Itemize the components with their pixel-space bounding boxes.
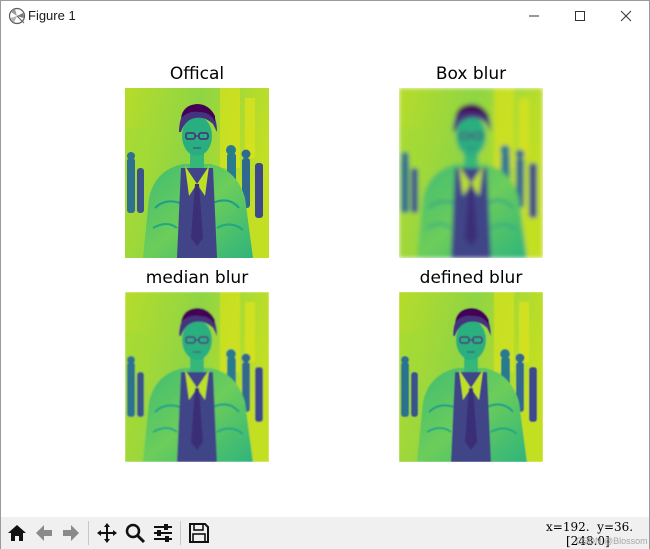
pan-button[interactable] — [94, 520, 120, 546]
forward-button[interactable] — [58, 520, 84, 546]
subplot-title-defined-blur: defined blur — [419, 268, 523, 288]
close-button[interactable] — [603, 1, 649, 31]
subplot-image-defined-blur — [399, 292, 543, 462]
subplot-title-median-blur: median blur — [145, 268, 249, 288]
maximize-icon — [575, 11, 585, 21]
subplot-image-offical — [125, 88, 269, 258]
subplot-image-median-blur — [125, 292, 269, 462]
watermark-text: CSDN @Blossom — [576, 536, 648, 546]
close-icon — [620, 10, 632, 22]
zoom-button[interactable] — [122, 520, 148, 546]
forward-arrow-icon — [63, 525, 79, 541]
toolbar-separator — [88, 521, 89, 545]
back-button[interactable] — [31, 520, 57, 546]
zoom-magnifier-icon — [125, 523, 146, 544]
figure-window: Figure 1 Offical Box blur median blur de… — [0, 0, 650, 549]
save-floppy-icon — [189, 523, 209, 543]
toolbar-separator — [180, 521, 181, 545]
portrait-image-defined — [399, 292, 543, 462]
navigation-toolbar: x=192. y=36. [248.0] CSDN @Blossom — [1, 517, 649, 549]
portrait-image-median — [125, 292, 269, 462]
home-icon — [8, 525, 26, 541]
figure-canvas[interactable]: Offical Box blur median blur defined blu… — [1, 31, 649, 517]
pan-move-icon — [97, 523, 117, 543]
back-arrow-icon — [36, 525, 52, 541]
matplotlib-logo-icon — [8, 7, 26, 25]
window-title: Figure 1 — [28, 8, 76, 23]
minimize-button[interactable] — [511, 1, 557, 31]
save-button[interactable] — [186, 520, 212, 546]
minimize-icon — [529, 15, 539, 17]
configure-subplots-icon — [154, 524, 172, 542]
title-bar[interactable]: Figure 1 — [1, 1, 649, 31]
cursor-coordinates: x=192. y=36. — [546, 520, 634, 534]
configure-subplots-button[interactable] — [150, 520, 176, 546]
subplot-title-box-blur: Box blur — [435, 64, 507, 84]
subplot-image-box-blur — [399, 88, 543, 258]
home-button[interactable] — [4, 520, 30, 546]
subplot-title-offical: Offical — [169, 64, 225, 84]
portrait-image — [125, 88, 269, 258]
portrait-image-blurred — [399, 88, 543, 258]
maximize-button[interactable] — [557, 1, 603, 31]
